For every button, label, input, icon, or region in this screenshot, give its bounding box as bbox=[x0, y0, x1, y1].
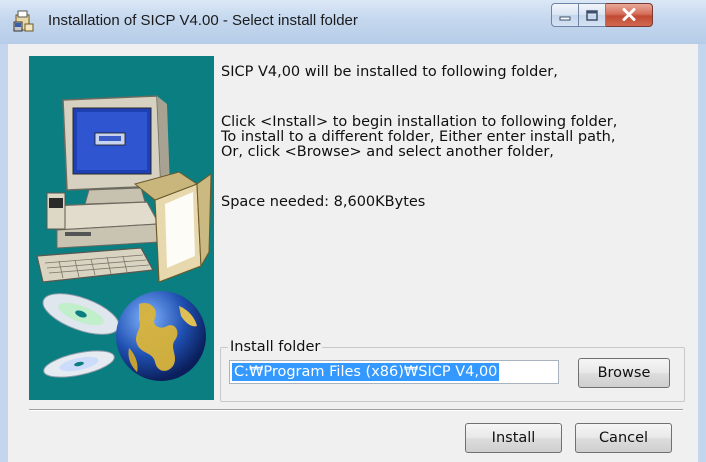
window-controls bbox=[551, 3, 653, 27]
browse-button-label: Browse bbox=[597, 365, 651, 381]
installer-window: Installation of SICP V4.00 - Select inst… bbox=[0, 0, 706, 462]
install-path-value: C:₩Program Files (x86)₩SICP V4,00 bbox=[232, 363, 500, 381]
intro-text: SICP V4,00 will be installed to followin… bbox=[221, 64, 558, 80]
space-needed-text: Space needed: 8,600KBytes bbox=[221, 194, 426, 210]
window-title: Installation of SICP V4.00 - Select inst… bbox=[48, 12, 358, 29]
installer-banner bbox=[29, 56, 214, 400]
install-button-label: Install bbox=[491, 430, 536, 446]
footer-separator-highlight bbox=[29, 410, 683, 411]
window-frame-right bbox=[698, 44, 706, 462]
cancel-button[interactable]: Cancel bbox=[575, 423, 672, 453]
minimize-button[interactable] bbox=[551, 3, 579, 27]
dialog-body: SICP V4,00 will be installed to followin… bbox=[8, 44, 698, 462]
browse-button[interactable]: Browse bbox=[578, 358, 670, 388]
cancel-button-label: Cancel bbox=[598, 430, 649, 446]
maximize-button[interactable] bbox=[579, 3, 606, 27]
install-folder-label: Install folder bbox=[228, 339, 323, 355]
instruction-line-1: Click <Install> to begin installation to… bbox=[221, 114, 618, 130]
maximize-icon bbox=[586, 6, 598, 25]
instruction-line-2: To install to a different folder, Either… bbox=[221, 129, 616, 145]
minimize-icon bbox=[559, 6, 571, 25]
installer-icon bbox=[13, 9, 35, 33]
computer-icon bbox=[29, 56, 214, 290]
instruction-line-3: Or, click <Browse> and select another fo… bbox=[221, 144, 554, 160]
window-frame-left bbox=[0, 44, 8, 462]
close-icon bbox=[622, 6, 636, 25]
install-path-input[interactable]: C:₩Program Files (x86)₩SICP V4,00 bbox=[229, 360, 559, 384]
close-button[interactable] bbox=[606, 3, 653, 27]
title-bar[interactable]: Installation of SICP V4.00 - Select inst… bbox=[0, 0, 706, 44]
globe-icon bbox=[109, 282, 214, 396]
install-button[interactable]: Install bbox=[465, 423, 562, 453]
